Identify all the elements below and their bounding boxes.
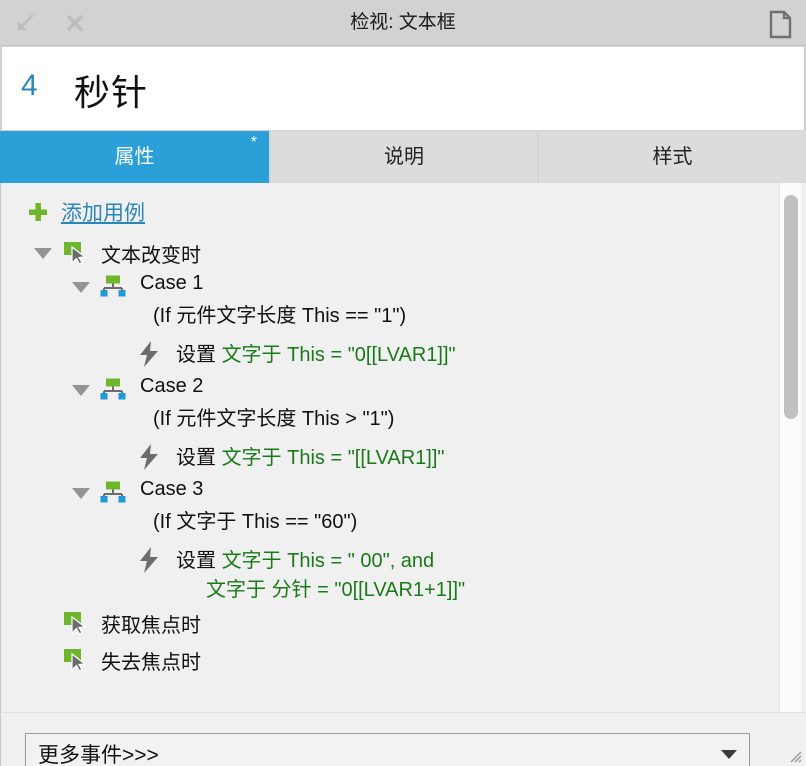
- tab-style[interactable]: 样式: [539, 131, 806, 183]
- widget-name: 秒针: [74, 72, 149, 113]
- action-text: 设置 文字于 This = "0[[LVAR1]]": [176, 338, 456, 367]
- expand-triangle-icon[interactable]: [72, 385, 90, 396]
- event-cursor-icon: [63, 648, 89, 672]
- case-name: Case 1: [140, 272, 204, 294]
- case-condition: (If 元件文字长度 This > "1"): [153, 408, 395, 430]
- lightning-icon: [138, 444, 160, 470]
- tree-case-row[interactable]: Case 2 (If 元件文字长度 This > "1"): [1, 372, 781, 438]
- tree-action-row[interactable]: 设置 文字于 This = "[[LVAR1]]": [1, 438, 781, 475]
- tree-event-row[interactable]: 文本改变时: [1, 235, 781, 269]
- event-cursor-icon: [63, 241, 89, 265]
- window-title: 检视: 文本框: [350, 12, 456, 33]
- chevron-down-icon[interactable]: [721, 750, 737, 759]
- inspector-panel: 检视: 文本框 4 秒针 属性 * 说明 样式 添加用例 文本改变时 Case …: [0, 0, 806, 766]
- vertical-scrollbar[interactable]: [779, 183, 801, 712]
- action-text: 设置 文字于 This = " 00", and: [176, 544, 434, 573]
- action-detail-line2: 文字于 分针 = "0[[LVAR1+1]]": [206, 579, 466, 601]
- tab-notes-label: 说明: [384, 146, 424, 168]
- document-icon[interactable]: [766, 9, 794, 39]
- add-case-link[interactable]: 添加用例: [61, 197, 145, 227]
- resize-grip-icon[interactable]: [786, 747, 802, 763]
- expand-triangle-icon[interactable]: [72, 282, 90, 293]
- tree-action-row[interactable]: 设置 文字于 This = " 00", and 文字于 分针 = "0[[LV…: [1, 541, 781, 605]
- action-detail: 文字于 This = " 00", and: [221, 550, 435, 572]
- tab-style-label: 样式: [652, 146, 693, 168]
- tree-action-row[interactable]: 设置 文字于 This = "0[[LVAR1]]": [1, 335, 781, 372]
- expand-triangle-icon[interactable]: [34, 248, 52, 259]
- event-name: 失去焦点时: [101, 652, 201, 674]
- widget-header: 4 秒针: [1, 47, 805, 130]
- event-tree: 文本改变时 Case 1 (If 元件文字长度 This == "1") 设置 …: [1, 235, 781, 679]
- tab-properties[interactable]: 属性 *: [0, 131, 269, 183]
- footer-bar: 更多事件>>>: [0, 712, 806, 766]
- tab-properties-label: 属性: [114, 146, 155, 168]
- tree-case-row[interactable]: Case 3 (If 文字于 This == "60"): [1, 475, 781, 541]
- tree-event-row[interactable]: 失去焦点时: [1, 642, 781, 679]
- tree-case-row[interactable]: Case 1 (If 元件文字长度 This == "1"): [1, 269, 781, 335]
- title-bar: 检视: 文本框: [0, 0, 806, 46]
- interactions-panel: 添加用例 文本改变时 Case 1 (If 元件文字长度 This == "1"…: [0, 183, 806, 712]
- event-name: 获取焦点时: [101, 615, 201, 637]
- lightning-icon: [138, 547, 160, 573]
- event-name: 文本改变时: [101, 245, 201, 267]
- more-events-dropdown[interactable]: 更多事件>>>: [25, 733, 750, 766]
- plus-icon[interactable]: [28, 202, 48, 222]
- case-name: Case 3: [140, 478, 204, 500]
- tab-bar: 属性 * 说明 样式: [0, 131, 806, 183]
- case-condition: (If 文字于 This == "60"): [153, 511, 358, 533]
- tree-event-row[interactable]: 获取焦点时: [1, 605, 781, 642]
- action-verb: 设置: [176, 550, 222, 572]
- tab-properties-modified-marker: *: [250, 134, 257, 151]
- action-verb: 设置: [176, 447, 222, 469]
- expand-triangle-icon[interactable]: [72, 488, 90, 499]
- case-hierarchy-icon: [100, 481, 126, 503]
- widget-index: 4: [21, 69, 38, 102]
- case-hierarchy-icon: [100, 275, 126, 297]
- case-hierarchy-icon: [100, 378, 126, 400]
- action-text: 设置 文字于 This = "[[LVAR1]]": [176, 441, 445, 470]
- action-text-continued: 文字于 分针 = "0[[LVAR1+1]]": [206, 573, 465, 602]
- lightning-icon: [138, 341, 160, 367]
- scrollbar-thumb[interactable]: [784, 195, 798, 419]
- case-condition: (If 元件文字长度 This == "1"): [153, 305, 407, 327]
- tab-notes[interactable]: 说明: [271, 131, 537, 183]
- case-name: Case 2: [140, 375, 204, 397]
- event-cursor-icon: [63, 611, 89, 635]
- more-events-label: 更多事件>>>: [38, 744, 159, 766]
- action-detail: 文字于 This = "0[[LVAR1]]": [221, 344, 456, 366]
- action-verb: 设置: [176, 344, 222, 366]
- action-detail: 文字于 This = "[[LVAR1]]": [221, 447, 445, 469]
